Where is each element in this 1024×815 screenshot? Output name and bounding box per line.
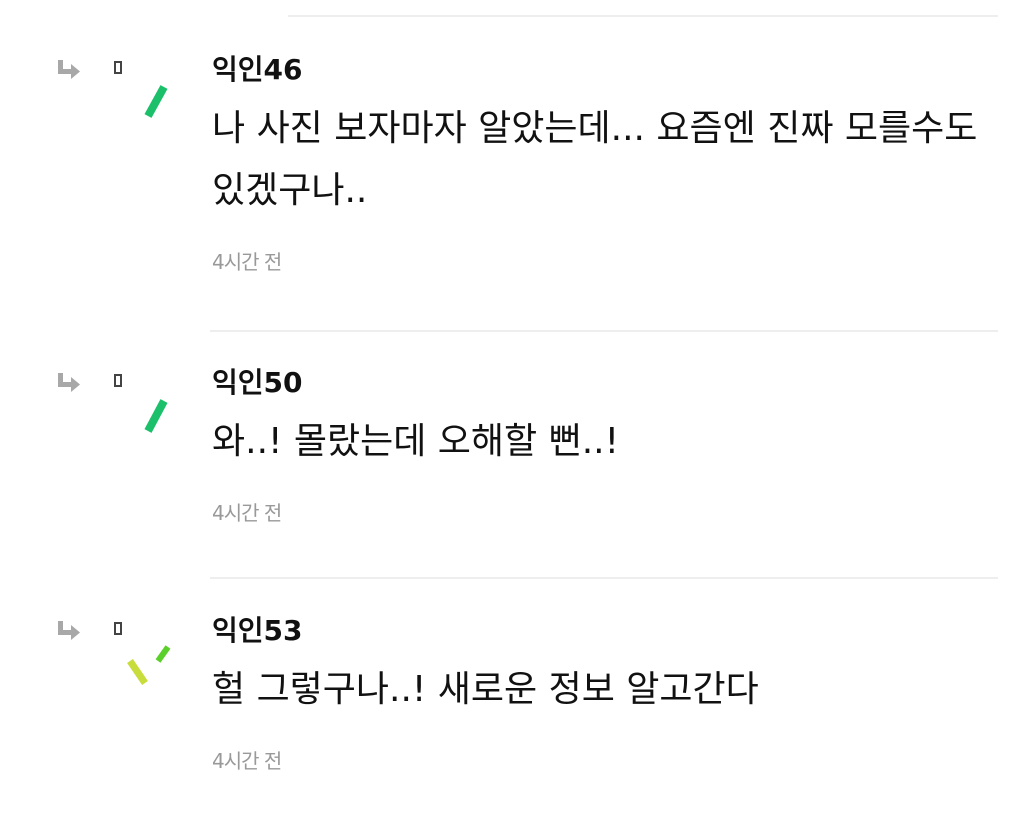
anonymous-avatar-icon[interactable] — [108, 60, 178, 130]
comment-text: 헐 그렇구나..! 새로운 정보 알고간다 — [212, 669, 759, 710]
reply-arrow-icon — [58, 373, 80, 392]
anonymous-avatar-icon[interactable] — [108, 373, 178, 443]
reply-arrow-icon — [58, 60, 80, 79]
comment-divider — [210, 330, 998, 332]
comment-text: 나 사진 보자마자 알았는데... 요즘엔 진짜 모를수도 있겠구나.. — [212, 108, 978, 211]
comment-divider — [210, 577, 998, 579]
comment-body: 익인53 헐 그렇구나..! 새로운 정보 알고간다 4시간 전 — [212, 615, 992, 774]
comment-timestamp: 4시간 전 — [212, 501, 282, 525]
anonymous-avatar-icon[interactable] — [108, 621, 178, 691]
comment-author[interactable]: 익인46 — [212, 54, 992, 86]
comment-timestamp: 4시간 전 — [212, 250, 282, 274]
comment-text: 와..! 몰랐는데 오해할 뻔..! — [212, 421, 620, 462]
comment-author[interactable]: 익인50 — [212, 367, 992, 399]
comment-timestamp: 4시간 전 — [212, 749, 282, 773]
comment-body: 익인46 나 사진 보자마자 알았는데... 요즘엔 진짜 모를수도 있겠구나.… — [212, 54, 992, 275]
comment-author[interactable]: 익인53 — [212, 615, 992, 647]
comment-body: 익인50 와..! 몰랐는데 오해할 뻔..! 4시간 전 — [212, 367, 992, 526]
reply-arrow-icon — [58, 621, 80, 640]
top-divider — [288, 15, 998, 17]
